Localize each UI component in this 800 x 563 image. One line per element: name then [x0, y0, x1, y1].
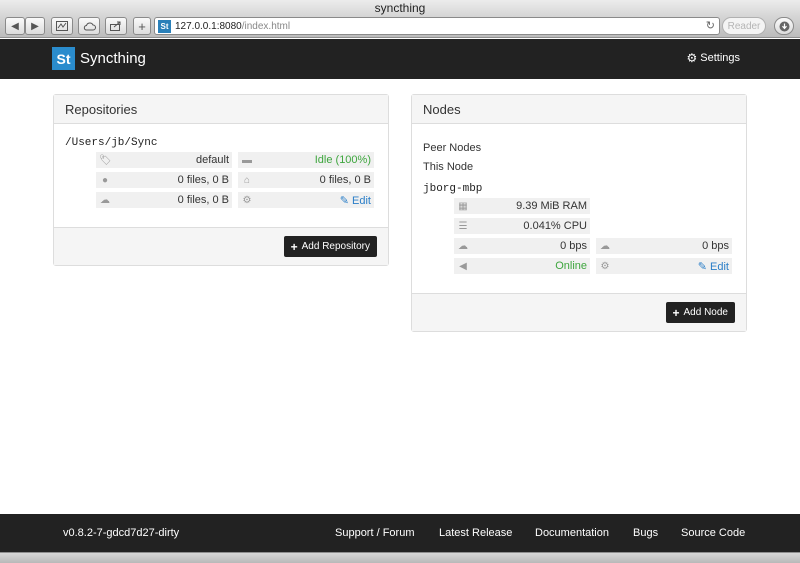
repository-edit-label: Edit	[352, 194, 371, 207]
peer-nodes-label: Peer Nodes	[423, 142, 482, 154]
address-bar[interactable]: St 127.0.0.1:8080/index.html ↻	[154, 17, 720, 35]
footer-link-latest-release[interactable]: Latest Release	[439, 527, 512, 539]
logo: St	[52, 47, 75, 70]
nodes-footer: + Add Node	[412, 293, 746, 331]
pencil-icon: ✎	[697, 260, 707, 273]
window-bottom-edge	[0, 552, 800, 563]
app-footer: v0.8.2-7-gdcd7d27-dirty Support / Forum …	[0, 514, 800, 552]
cloud-download-icon: ☁	[458, 240, 468, 252]
home-icon: ⌂	[243, 174, 251, 186]
downloads-button[interactable]	[774, 17, 794, 35]
repository-id-cell: 🏷 default	[96, 152, 232, 168]
repository-need: 0 files, 0 B	[177, 194, 229, 206]
brand-name: Syncthing	[80, 50, 146, 67]
node-status-cell: ◀ Online	[454, 258, 590, 274]
bookmarks-button[interactable]	[51, 17, 73, 35]
cloud-upload-icon: ☁	[600, 240, 610, 252]
version-label: v0.8.2-7-gdcd7d27-dirty	[63, 527, 180, 539]
cpu-icon: ☰	[458, 220, 468, 232]
reader-button[interactable]: Reader	[722, 17, 766, 35]
node-edit-link[interactable]: ✎ Edit	[698, 260, 729, 273]
add-node-label: Add Node	[683, 307, 728, 318]
repository-global: 0 files, 0 B	[177, 174, 229, 186]
node-in-rate: 0 bps	[560, 240, 587, 252]
bookmarks-icon	[56, 21, 68, 31]
gear-icon: ⚙	[242, 194, 252, 206]
node-edit-label: Edit	[710, 260, 729, 273]
add-repository-button[interactable]: + Add Repository	[283, 236, 377, 257]
repository-need-cell: ☁ 0 files, 0 B	[96, 192, 232, 208]
repositories-footer: + Add Repository	[54, 227, 388, 265]
back-icon: ◀	[11, 20, 19, 32]
plus-icon: +	[290, 239, 298, 254]
forward-icon: ▶	[31, 20, 39, 32]
repository-local: 0 files, 0 B	[319, 174, 371, 186]
window-title: syncthing	[0, 0, 800, 16]
node-cpu: 0.041% CPU	[523, 220, 587, 232]
repository-id: default	[195, 154, 229, 166]
favicon-icon: St	[158, 19, 171, 33]
nodes-heading: Nodes	[412, 95, 746, 124]
node-name: jborg-mbp	[423, 183, 483, 195]
node-in-rate-cell: ☁ 0 bps	[454, 238, 590, 254]
settings-link[interactable]: ⚙ Settings	[686, 51, 740, 65]
memory-icon: ▦	[458, 200, 468, 212]
bullhorn-icon: ◀	[459, 260, 467, 272]
footer-link-documentation[interactable]: Documentation	[535, 527, 609, 539]
url-host: 127.0.0.1:8080	[175, 20, 242, 32]
repositories-heading: Repositories	[54, 95, 388, 124]
node-out-rate: 0 bps	[702, 240, 729, 252]
gear-icon: ⚙	[686, 51, 698, 65]
tag-icon: 🏷	[99, 154, 112, 166]
plus-icon: +	[672, 305, 680, 320]
repositories-panel: Repositories /Users/jb/Sync 🏷 default ▬ …	[53, 94, 389, 266]
brand[interactable]: St Syncthing	[52, 47, 146, 70]
footer-link-support[interactable]: Support / Forum	[335, 527, 414, 539]
node-ram: 9.39 MiB RAM	[516, 200, 587, 212]
app-navbar: St Syncthing ⚙ Settings	[0, 39, 800, 79]
gear-icon: ⚙	[600, 260, 610, 272]
pencil-icon: ✎	[339, 194, 349, 207]
icloud-tabs-button[interactable]	[78, 17, 100, 35]
cloud-download-icon: ☁	[100, 194, 110, 206]
settings-label: Settings	[700, 52, 740, 64]
repository-global-cell: ● 0 files, 0 B	[96, 172, 232, 188]
forward-button[interactable]: ▶	[25, 17, 45, 35]
share-icon	[110, 21, 121, 31]
footer-link-bugs[interactable]: Bugs	[633, 527, 658, 539]
node-out-rate-cell: ☁ 0 bps	[596, 238, 732, 254]
add-node-button[interactable]: + Add Node	[665, 302, 735, 323]
footer-link-source-code[interactable]: Source Code	[681, 527, 745, 539]
new-tab-icon: +	[138, 18, 146, 34]
comment-icon: ▬	[242, 154, 252, 166]
browser-toolbar: ◀ ▶ + St 127.0.0.1:8080/index.html ↻ Rea…	[0, 16, 800, 38]
share-button[interactable]	[105, 17, 127, 35]
repository-local-cell: ⌂ 0 files, 0 B	[238, 172, 374, 188]
download-icon	[779, 21, 789, 31]
repository-edit-link[interactable]: ✎ Edit	[340, 194, 371, 207]
globe-icon: ●	[101, 174, 109, 186]
node-edit-cell: ⚙ ✎ Edit	[596, 258, 732, 274]
repository-path: /Users/jb/Sync	[65, 137, 158, 149]
reload-icon[interactable]: ↻	[706, 20, 715, 32]
node-status: Online	[555, 260, 587, 272]
new-tab-button[interactable]: +	[133, 17, 151, 35]
node-ram-cell: ▦ 9.39 MiB RAM	[454, 198, 590, 214]
cloud-icon	[83, 22, 96, 30]
repository-edit-cell: ⚙ ✎ Edit	[238, 192, 374, 208]
nodes-panel: Nodes Peer Nodes This Node jborg-mbp ▦ 9…	[411, 94, 747, 332]
back-button[interactable]: ◀	[5, 17, 25, 35]
repository-state: Idle (100%)	[314, 154, 371, 166]
repository-state-cell: ▬ Idle (100%)	[238, 152, 374, 168]
this-node-label: This Node	[423, 161, 474, 173]
add-repository-label: Add Repository	[301, 241, 370, 252]
node-cpu-cell: ☰ 0.041% CPU	[454, 218, 590, 234]
url-path: /index.html	[241, 20, 291, 32]
